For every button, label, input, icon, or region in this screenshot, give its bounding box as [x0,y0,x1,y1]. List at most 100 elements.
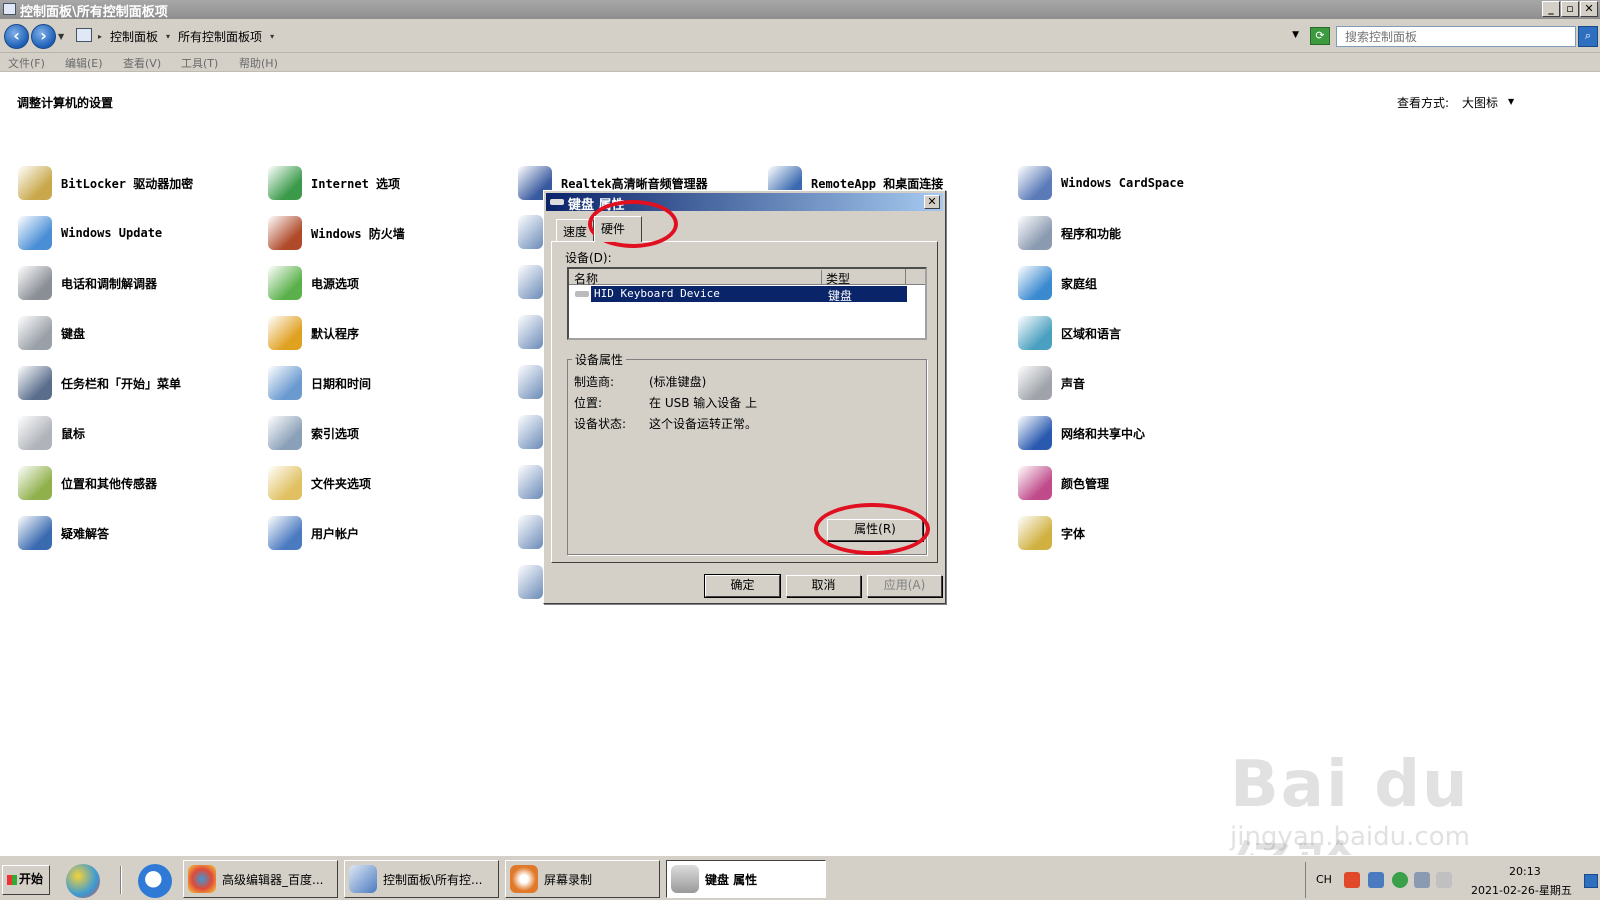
control-panel-item[interactable]: 位置和其他传感器 [18,465,157,501]
back-button[interactable]: ‹ [4,24,29,49]
speech-icon[interactable] [518,515,543,549]
tab-hardware[interactable]: 硬件 [594,216,642,242]
forward-button[interactable]: › [31,24,56,49]
network-icon[interactable] [1414,872,1430,888]
taskbar-button[interactable]: 屏幕录制 [505,860,660,898]
control-panel-item[interactable]: 用户帐户 [268,515,359,551]
control-panel-item[interactable]: 疑难解答 [18,515,109,551]
control-panel-item[interactable]: 电话和调制解调器 [18,265,157,301]
control-panel-item[interactable]: Windows 防火墙 [268,215,405,251]
control-panel-item[interactable]: 日期和时间 [268,365,371,401]
display-icon[interactable] [518,465,543,499]
system-icon[interactable] [518,565,543,599]
device-row[interactable]: HID Keyboard Device 键盘 [571,286,909,303]
windows-flag-icon [7,874,17,885]
monitor-icon[interactable] [518,315,543,349]
close-button[interactable]: ✕ [1580,1,1598,17]
control-panel-item[interactable]: 键盘 [18,315,85,351]
start-button[interactable]: 开始 [2,865,50,895]
window-controls: _ ▫ ✕ [1542,1,1598,17]
restore-button[interactable]: ▫ [1561,1,1579,17]
control-panel-item[interactable]: 颜色管理 [1018,465,1109,501]
control-panel-item[interactable]: 家庭组 [1018,265,1097,301]
clock-time[interactable]: 20:13 [1509,865,1541,878]
dialog-titlebar[interactable]: 键盘 属性 ✕ [546,193,943,213]
minimize-button[interactable]: _ [1542,1,1560,17]
show-desktop-icon[interactable] [1584,874,1598,888]
control-panel-item[interactable]: BitLocker 驱动器加密 [18,165,193,201]
sound-settings-icon[interactable] [518,215,543,249]
control-panel-item[interactable]: 区域和语言 [1018,315,1121,351]
search-field[interactable] [1336,26,1576,47]
control-panel-item[interactable]: 索引选项 [268,415,359,451]
control-panel-item-label: Windows CardSpace [1061,176,1184,190]
troubleshoot-icon [18,516,52,550]
volume-icon[interactable] [1436,872,1452,888]
tab-speed[interactable]: 速度 [556,219,594,241]
chevron-icon[interactable]: ▸ [98,32,102,41]
search-input[interactable] [1337,27,1575,46]
control-panel-item[interactable]: Windows CardSpace [1018,165,1184,201]
search-icon[interactable]: ⌕ [1578,26,1598,47]
taskbar-button[interactable]: 控制面板\所有控... [344,860,499,898]
chevron-down-icon[interactable]: ▾ [270,32,274,41]
system-tray: CH 20:13 2021-02-26-星期五 [1305,862,1600,898]
tray-app-icon[interactable] [1368,872,1384,888]
control-panel-item[interactable]: 网络和共享中心 [1018,415,1145,451]
device-status-label: 设备状态: [574,417,627,431]
column-type-header[interactable]: 类型 [821,270,850,286]
screen-record-icon [510,865,538,893]
history-dropdown-icon[interactable]: ▼ [58,32,64,41]
device-properties-button[interactable]: 属性(R) [827,519,923,541]
menu-help[interactable]: 帮助(H) [239,55,278,71]
control-panel-item[interactable]: 电源选项 [268,265,359,301]
menu-view[interactable]: 查看(V) [123,55,161,71]
taskbar-button-label: 屏幕录制 [544,872,593,887]
mouse-icon [18,416,52,450]
credential-icon[interactable] [518,365,543,399]
view-by-dropdown[interactable]: 大图标 [1462,94,1498,111]
control-panel-item[interactable]: 默认程序 [268,315,359,351]
address-dropdown-icon[interactable]: ▼ [1292,30,1299,40]
clock-date[interactable]: 2021-02-26-星期五 [1471,882,1572,898]
cancel-button[interactable]: 取消 [786,575,861,597]
chevron-down-icon[interactable]: ▾ [166,32,170,41]
taskbar-button[interactable]: 高级编辑器_百度... [183,860,338,898]
menu-tools[interactable]: 工具(T) [181,55,218,71]
taskbar-divider [120,866,122,894]
column-name-header[interactable]: 名称 [574,270,598,287]
control-panel-item[interactable]: 字体 [1018,515,1085,551]
apply-button[interactable]: 应用(A) [867,575,942,597]
breadcrumb-all-items[interactable]: 所有控制面板项 [178,28,262,45]
control-panel-icon [3,3,16,15]
window-title: 控制面板\所有控制面板项 [20,5,168,20]
sync-center-icon[interactable] [518,265,543,299]
control-panel-item[interactable]: 声音 [1018,365,1085,401]
device-manager-icon[interactable] [518,415,543,449]
menu-edit[interactable]: 编辑(E) [65,55,103,71]
quick-launch-app-icon[interactable] [66,864,100,898]
control-panel-item[interactable]: 鼠标 [18,415,85,451]
control-panel-item-label: 字体 [1061,526,1086,541]
taskbar-button[interactable]: 键盘 属性 [666,860,826,898]
address-bar[interactable]: ▸ 控制面板 ▾ 所有控制面板项 ▾ ▼ [72,25,1307,48]
device-list[interactable]: 名称 类型 HID Keyboard Device 键盘 [567,267,927,340]
control-panel-item[interactable]: Windows Update [18,215,162,251]
dialog-close-button[interactable]: ✕ [924,195,940,209]
breadcrumb-control-panel[interactable]: 控制面板 [110,28,158,45]
internet-explorer-icon[interactable] [138,864,172,898]
sogou-input-icon[interactable] [1344,872,1360,888]
update-icon[interactable] [1392,872,1408,888]
device-row-selected[interactable]: HID Keyboard Device 键盘 [591,286,907,303]
control-panel-item[interactable]: Internet 选项 [268,165,400,201]
chevron-down-icon[interactable]: ▼ [1508,97,1514,106]
input-language-indicator[interactable]: CH [1316,873,1332,886]
refresh-button[interactable]: ⟳ [1310,27,1330,45]
ok-button[interactable]: 确定 [704,574,781,598]
control-panel-item-label: Windows Update [61,226,163,240]
control-panel-item[interactable]: 任务栏和「开始」菜单 [18,365,181,401]
control-panel-item[interactable]: 文件夹选项 [268,465,371,501]
menu-file[interactable]: 文件(F) [8,55,45,71]
location-sensor-icon [18,466,52,500]
control-panel-item[interactable]: 程序和功能 [1018,215,1121,251]
